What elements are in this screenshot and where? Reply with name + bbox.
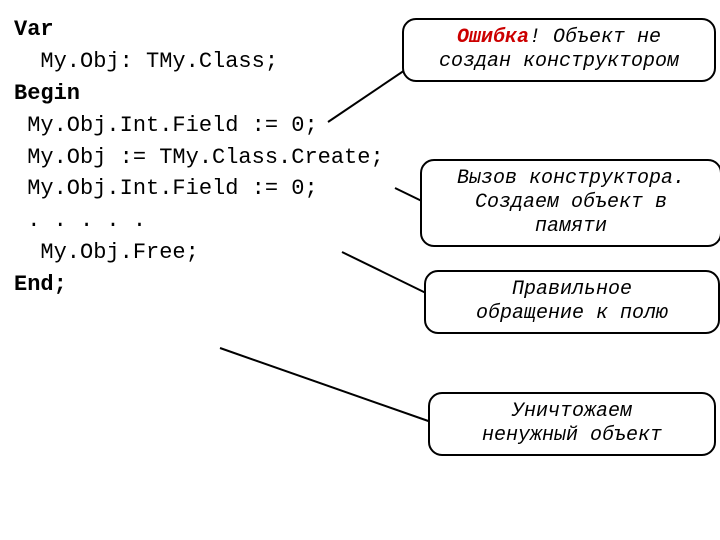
callout-error-line2: создан конструктором <box>414 50 704 74</box>
callout-constructor: Вызов конструктора. Создаем объект в пам… <box>420 159 720 247</box>
callout-destroy: Уничтожаем ненужный объект <box>428 392 716 456</box>
callout-constructor-line1: Вызов конструктора. <box>432 167 710 191</box>
callout-error-line1: Ошибка! Объект не <box>414 26 704 50</box>
callout-constructor-line2: Создаем объект в <box>432 191 710 215</box>
callout-correct-line1: Правильное <box>436 278 708 302</box>
callout-error: Ошибка! Объект не создан конструктором <box>402 18 716 82</box>
callout-destroy-line1: Уничтожаем <box>440 400 704 424</box>
callout-destroy-line2: ненужный объект <box>440 424 704 448</box>
callout-error-rest: ! Объект не <box>529 26 661 49</box>
code-line-begin: Begin <box>14 78 706 110</box>
callout-constructor-line3: памяти <box>432 215 710 239</box>
callout-correct-access: Правильное обращение к полю <box>424 270 720 334</box>
code-line-assign1: My.Obj.Int.Field := 0; <box>14 110 706 142</box>
callout-correct-line2: обращение к полю <box>436 302 708 326</box>
callout-error-word: Ошибка <box>457 26 529 49</box>
